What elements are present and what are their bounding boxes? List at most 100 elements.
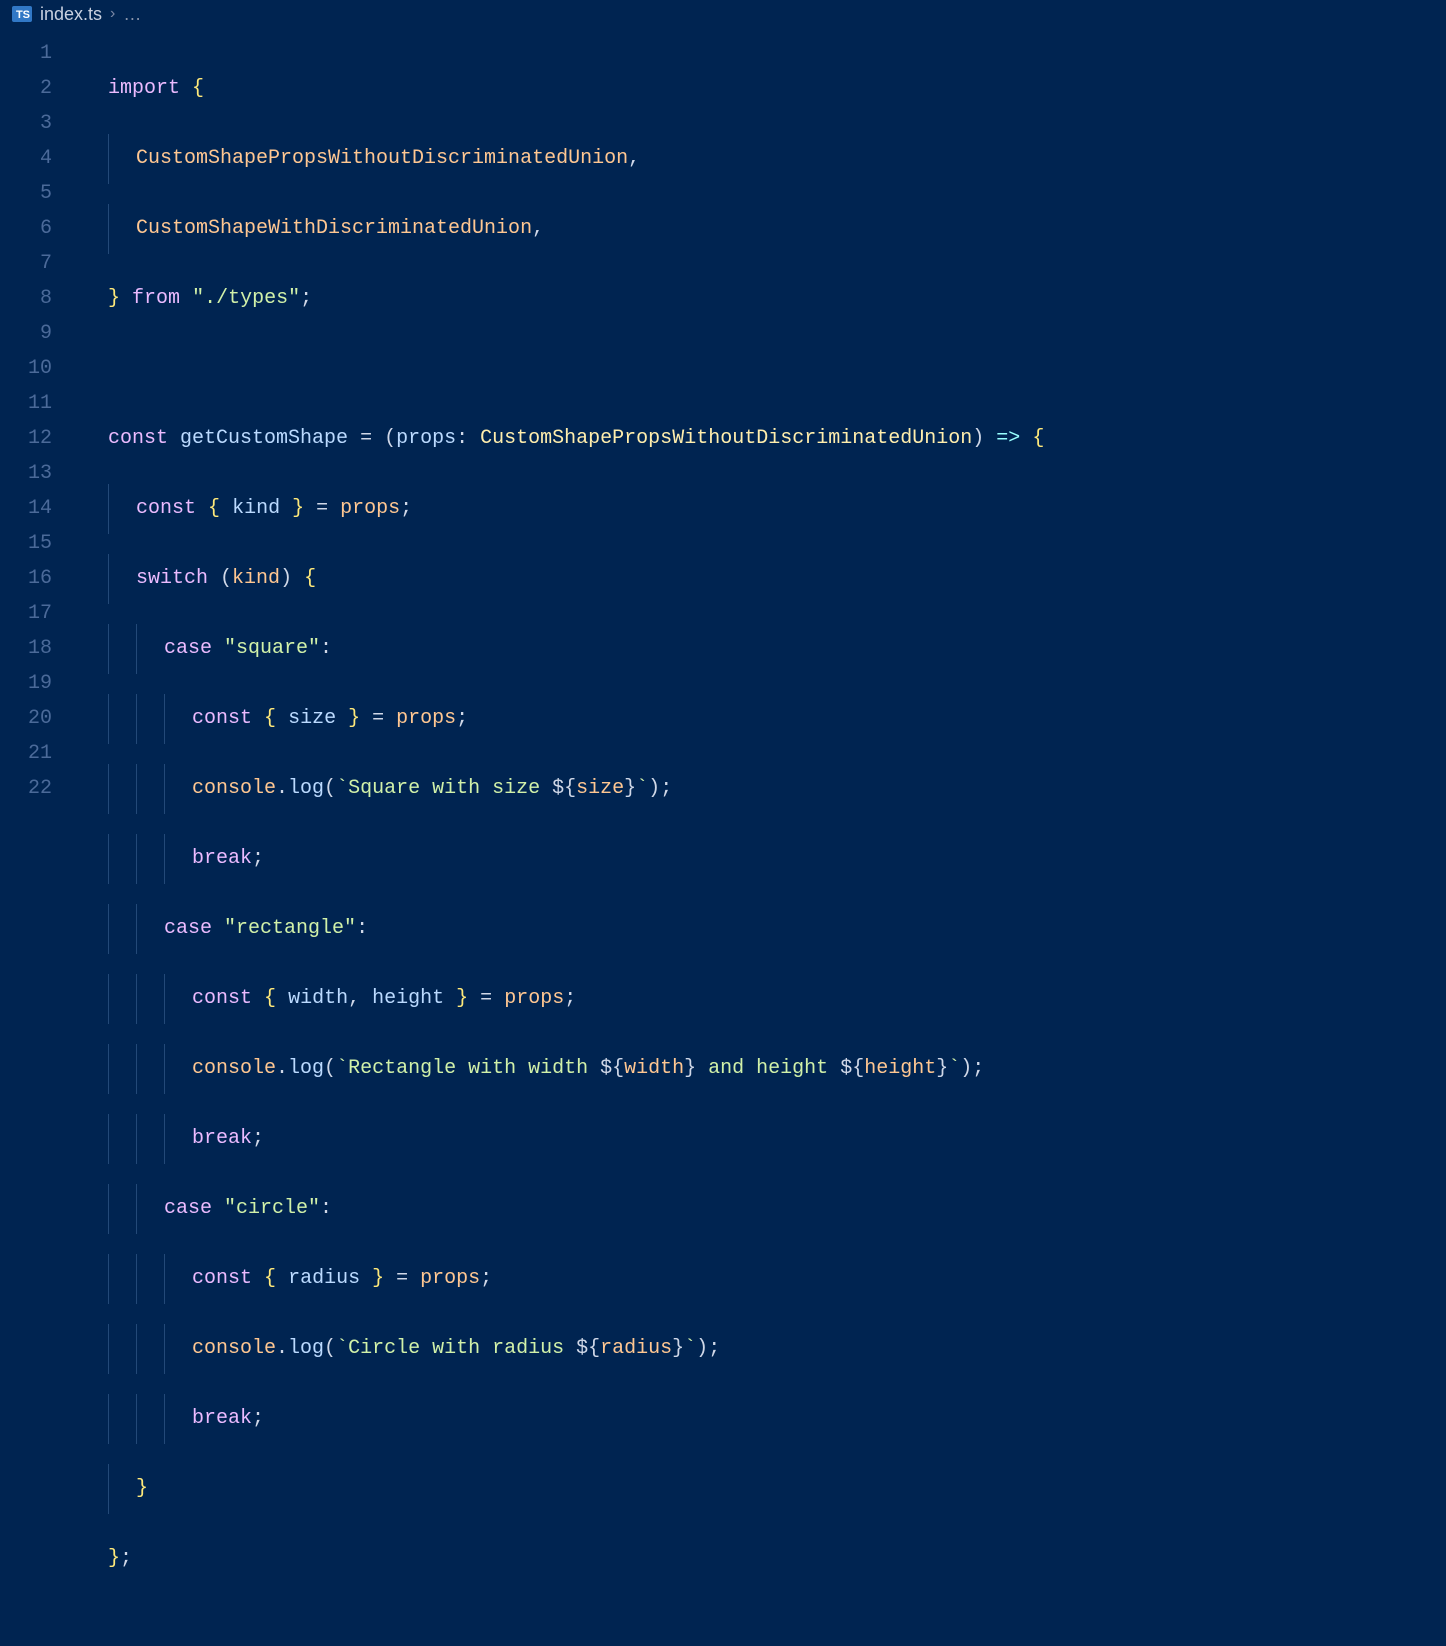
- identifier: console: [192, 777, 276, 800]
- code-line[interactable]: };: [108, 1541, 1044, 1576]
- identifier: console: [192, 1337, 276, 1360]
- code-line[interactable]: const { size } = props;: [108, 701, 1044, 736]
- line-number: 12: [0, 421, 78, 456]
- punct: ,: [348, 987, 360, 1010]
- line-number: 14: [0, 491, 78, 526]
- brace: {: [264, 987, 276, 1010]
- template: `: [684, 1337, 696, 1360]
- punct: ): [960, 1057, 972, 1080]
- code-line[interactable]: break;: [108, 1121, 1044, 1156]
- template: `Rectangle with width: [336, 1057, 600, 1080]
- keyword: break: [192, 847, 252, 870]
- keyword: case: [164, 1197, 212, 1220]
- code-line[interactable]: console.log(`Circle with radius ${radius…: [108, 1331, 1044, 1366]
- code-line[interactable]: } from "./types";: [108, 281, 1044, 316]
- brace: }: [292, 497, 304, 520]
- punct: }: [672, 1337, 684, 1360]
- brace: {: [304, 567, 316, 590]
- identifier: props: [340, 497, 400, 520]
- punct: }: [684, 1057, 696, 1080]
- identifier: radius: [600, 1337, 672, 1360]
- code-line[interactable]: const getCustomShape = (props: CustomSha…: [108, 421, 1044, 456]
- chevron-right-icon: ›: [110, 5, 115, 23]
- line-number: 18: [0, 631, 78, 666]
- punct: ;: [456, 707, 468, 730]
- line-number: 1: [0, 36, 78, 71]
- code-line[interactable]: switch (kind) {: [108, 561, 1044, 596]
- line-number: 5: [0, 176, 78, 211]
- brace: {: [208, 497, 220, 520]
- keyword: from: [132, 287, 180, 310]
- code-line[interactable]: console.log(`Rectangle with width ${widt…: [108, 1051, 1044, 1086]
- code-line[interactable]: CustomShapePropsWithoutDiscriminatedUnio…: [108, 141, 1044, 176]
- code-area[interactable]: import { CustomShapePropsWithoutDiscrimi…: [78, 30, 1044, 862]
- punct: :: [456, 427, 480, 450]
- keyword: switch: [136, 567, 208, 590]
- string: "rectangle": [224, 917, 356, 940]
- identifier: getCustomShape: [180, 427, 348, 450]
- identifier: props: [420, 1267, 480, 1290]
- punct: (: [384, 427, 396, 450]
- code-line[interactable]: [108, 351, 1044, 386]
- punct: ;: [708, 1337, 720, 1360]
- code-line[interactable]: CustomShapeWithDiscriminatedUnion,: [108, 211, 1044, 246]
- brace: }: [372, 1267, 384, 1290]
- brace: {: [264, 707, 276, 730]
- identifier: size: [576, 777, 624, 800]
- punct: ;: [252, 847, 264, 870]
- punct: (: [324, 777, 336, 800]
- keyword: case: [164, 637, 212, 660]
- keyword: const: [192, 707, 252, 730]
- punct: ): [648, 777, 660, 800]
- punct: }: [624, 777, 636, 800]
- breadcrumb[interactable]: TS index.ts › …: [0, 0, 1446, 30]
- line-number: 16: [0, 561, 78, 596]
- code-line[interactable]: const { width, height } = props;: [108, 981, 1044, 1016]
- method: log: [288, 777, 324, 800]
- punct: :: [320, 1197, 332, 1220]
- code-line[interactable]: break;: [108, 1401, 1044, 1436]
- breadcrumb-ellipsis[interactable]: …: [123, 4, 141, 25]
- code-line[interactable]: import {: [108, 71, 1044, 106]
- punct: =: [396, 1267, 408, 1290]
- punct: =: [480, 987, 492, 1010]
- template: `Square with size: [336, 777, 552, 800]
- arrow: =>: [996, 427, 1020, 450]
- string: "circle": [224, 1197, 320, 1220]
- code-line[interactable]: }: [108, 1471, 1044, 1506]
- code-line[interactable]: const { radius } = props;: [108, 1261, 1044, 1296]
- code-line[interactable]: console.log(`Square with size ${size}`);: [108, 771, 1044, 806]
- method: log: [288, 1057, 324, 1080]
- punct: (: [324, 1337, 336, 1360]
- punct: ;: [252, 1407, 264, 1430]
- punct: (: [220, 567, 232, 590]
- punct: .: [276, 777, 288, 800]
- template: `: [948, 1057, 960, 1080]
- punct: ): [280, 567, 292, 590]
- punct: ,: [532, 217, 544, 240]
- punct: ;: [660, 777, 672, 800]
- punct: (: [324, 1057, 336, 1080]
- punct: :: [356, 917, 368, 940]
- code-line[interactable]: case "circle":: [108, 1191, 1044, 1226]
- punct: :: [320, 637, 332, 660]
- line-number: 19: [0, 666, 78, 701]
- line-number: 2: [0, 71, 78, 106]
- punct: =: [360, 427, 372, 450]
- line-number: 21: [0, 736, 78, 771]
- keyword: const: [136, 497, 196, 520]
- code-line[interactable]: break;: [108, 841, 1044, 876]
- code-line[interactable]: case "rectangle":: [108, 911, 1044, 946]
- breadcrumb-filename[interactable]: index.ts: [40, 4, 102, 25]
- code-line[interactable]: const { kind } = props;: [108, 491, 1044, 526]
- line-number-gutter: 12345678910111213141516171819202122: [0, 30, 78, 862]
- punct: ;: [300, 287, 312, 310]
- line-number: 17: [0, 596, 78, 631]
- brace: }: [348, 707, 360, 730]
- punct: ,: [628, 147, 640, 170]
- code-line[interactable]: case "square":: [108, 631, 1044, 666]
- brace: }: [136, 1477, 148, 1500]
- code-editor[interactable]: 12345678910111213141516171819202122 impo…: [0, 30, 1446, 862]
- keyword: const: [192, 987, 252, 1010]
- brace: }: [456, 987, 468, 1010]
